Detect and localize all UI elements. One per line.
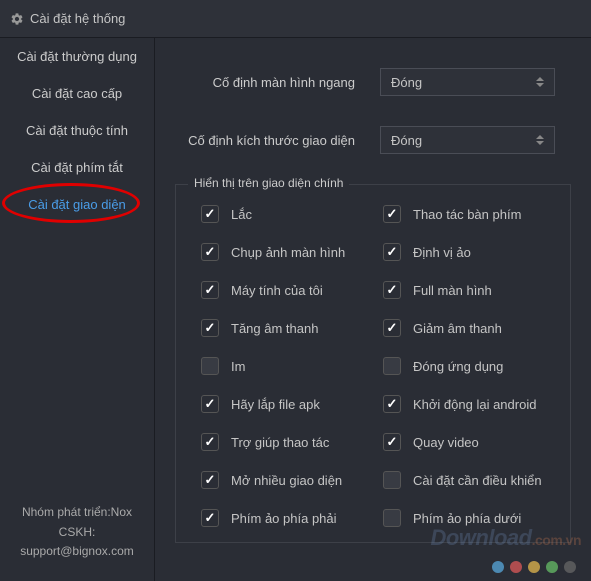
checkbox[interactable] <box>201 205 219 223</box>
checkbox[interactable] <box>201 357 219 375</box>
checkbox-label: Đóng ứng dụng <box>413 359 503 374</box>
checkbox-label: Phím ảo phía phải <box>231 511 337 526</box>
checkbox[interactable] <box>201 319 219 337</box>
color-dots <box>492 561 576 573</box>
chevron-updown-icon <box>536 77 544 87</box>
select-fix-landscape[interactable]: Đóng <box>380 68 555 96</box>
label-fix-size: Cố định kích thước giao diện <box>175 133 380 148</box>
checkbox[interactable] <box>383 319 401 337</box>
checkbox-item[interactable]: Mở nhiều giao diện <box>201 471 373 489</box>
checkbox-item[interactable]: Đóng ứng dụng <box>383 357 555 375</box>
checkbox-label: Mở nhiều giao diện <box>231 473 342 488</box>
checkbox-item[interactable]: Trợ giúp thao tác <box>201 433 373 451</box>
checkbox-label: Quay video <box>413 435 479 450</box>
checkbox-item[interactable]: Máy tính của tôi <box>201 281 373 299</box>
checkbox-item[interactable]: Cài đặt cần điều khiển <box>383 471 555 489</box>
chevron-updown-icon <box>536 135 544 145</box>
checkbox-label: Cài đặt cần điều khiển <box>413 473 542 488</box>
content-panel: Cố định màn hình ngang Đóng Cố định kích… <box>155 38 591 581</box>
checkbox-label: Hãy lắp file apk <box>231 397 320 412</box>
sidebar-item-interface[interactable]: Cài đặt giao diện <box>0 186 154 223</box>
checkbox-label: Giảm âm thanh <box>413 321 502 336</box>
checkbox-label: Trợ giúp thao tác <box>231 435 329 450</box>
color-dot <box>510 561 522 573</box>
checkbox-label: Chụp ảnh màn hình <box>231 245 345 260</box>
fieldset-legend: Hiển thị trên giao diện chính <box>188 176 349 190</box>
checkbox-item[interactable]: Quay video <box>383 433 555 451</box>
checkbox-item[interactable]: Giảm âm thanh <box>383 319 555 337</box>
row-fix-landscape: Cố định màn hình ngang Đóng <box>175 68 571 96</box>
checkbox-label: Khởi động lại android <box>413 397 536 412</box>
main-container: Cài đặt thường dụng Cài đặt cao cấp Cài … <box>0 38 591 581</box>
label-fix-landscape: Cố định màn hình ngang <box>175 75 380 90</box>
checkbox[interactable] <box>383 509 401 527</box>
checkbox-item[interactable]: Hãy lắp file apk <box>201 395 373 413</box>
sidebar-item-properties[interactable]: Cài đặt thuộc tính <box>0 112 154 149</box>
checkbox-item[interactable]: Phím ảo phía phải <box>201 509 373 527</box>
window-title: Cài đặt hệ thống <box>30 11 125 26</box>
checkbox-item[interactable]: Tăng âm thanh <box>201 319 373 337</box>
sidebar-item-shortcuts[interactable]: Cài đặt phím tắt <box>0 149 154 186</box>
sidebar-item-advanced[interactable]: Cài đặt cao cấp <box>0 75 154 112</box>
checkbox[interactable] <box>383 205 401 223</box>
checkbox-label: Định vị ảo <box>413 245 471 260</box>
checkbox-item[interactable]: Full màn hình <box>383 281 555 299</box>
checkbox-item[interactable]: Định vị ảo <box>383 243 555 261</box>
checkbox-item[interactable]: Chụp ảnh màn hình <box>201 243 373 261</box>
checkbox-label: Phím ảo phía dưới <box>413 511 521 526</box>
checkbox-item[interactable]: Lắc <box>201 205 373 223</box>
checkbox-item[interactable]: Phím ảo phía dưới <box>383 509 555 527</box>
checkbox-label: Full màn hình <box>413 283 492 298</box>
checkbox-item[interactable]: Thao tác bàn phím <box>383 205 555 223</box>
color-dot <box>546 561 558 573</box>
color-dot <box>492 561 504 573</box>
row-fix-size: Cố định kích thước giao diện Đóng <box>175 126 571 154</box>
sidebar: Cài đặt thường dụng Cài đặt cao cấp Cài … <box>0 38 155 581</box>
checkbox[interactable] <box>383 433 401 451</box>
checkbox[interactable] <box>383 243 401 261</box>
checkbox-label: Máy tính của tôi <box>231 283 323 298</box>
checkbox[interactable] <box>383 471 401 489</box>
checkbox-item[interactable]: Im <box>201 357 373 375</box>
gear-icon <box>10 12 24 26</box>
checkbox-label: Im <box>231 359 245 374</box>
checkbox-label: Thao tác bàn phím <box>413 207 521 222</box>
checkbox[interactable] <box>383 281 401 299</box>
color-dot <box>564 561 576 573</box>
window-header: Cài đặt hệ thống <box>0 0 591 38</box>
checkbox-label: Tăng âm thanh <box>231 321 318 336</box>
color-dot <box>528 561 540 573</box>
checkbox[interactable] <box>201 243 219 261</box>
fieldset-display: Hiển thị trên giao diện chính LắcThao tá… <box>175 184 571 543</box>
checkbox-item[interactable]: Khởi động lại android <box>383 395 555 413</box>
checkbox[interactable] <box>201 471 219 489</box>
select-fix-size[interactable]: Đóng <box>380 126 555 154</box>
checkbox-grid: Lắc Thao tác bàn phím Chụp ảnh màn hình Địn… <box>186 200 560 532</box>
checkbox[interactable] <box>201 395 219 413</box>
checkbox-label: Lắc <box>231 207 252 222</box>
checkbox[interactable] <box>383 395 401 413</box>
checkbox[interactable] <box>383 357 401 375</box>
sidebar-item-common[interactable]: Cài đặt thường dụng <box>0 38 154 75</box>
checkbox[interactable] <box>201 509 219 527</box>
sidebar-footer: Nhóm phát triển:Nox CSKH: support@bignox… <box>0 493 154 581</box>
checkbox[interactable] <box>201 281 219 299</box>
checkbox[interactable] <box>201 433 219 451</box>
